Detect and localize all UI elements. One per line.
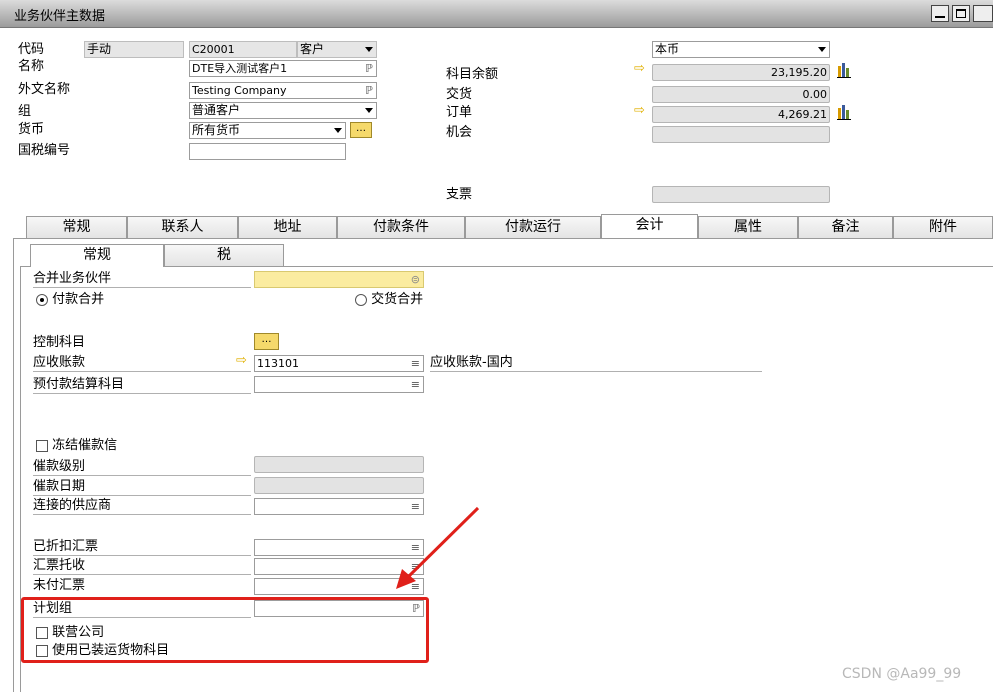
dunning-date-field: [254, 477, 424, 494]
delivery-consolidation-radio[interactable]: 交货合并: [355, 291, 423, 308]
order-field: 4,269.21: [652, 106, 830, 123]
tab-address[interactable]: 地址: [238, 216, 337, 238]
control-account-button[interactable]: …: [254, 333, 279, 350]
currency-browse-button[interactable]: …: [350, 122, 372, 138]
title-bar: [0, 0, 993, 28]
dunning-level-label: 催款级别: [33, 459, 86, 474]
minimize-button[interactable]: [931, 5, 949, 22]
divider: [33, 371, 251, 372]
name-label: 名称: [18, 59, 45, 74]
dunning-level-field: [254, 456, 424, 473]
divider: [430, 371, 762, 372]
link-circle-icon[interactable]: ⊜: [411, 272, 420, 287]
translate-icon[interactable]: ℙ: [365, 61, 373, 76]
order-label: 订单: [446, 105, 473, 120]
tab-attachments[interactable]: 附件: [893, 216, 993, 238]
tax-id-field[interactable]: [189, 143, 346, 160]
payment-consolidation-radio[interactable]: 付款合并: [36, 291, 104, 308]
consolidating-bp-field[interactable]: ⊜: [254, 271, 424, 288]
currency-label: 货币: [18, 122, 45, 137]
down-payment-label: 预付款结算科目: [33, 377, 125, 392]
tab-payment-run[interactable]: 付款运行: [465, 216, 601, 238]
tab-general[interactable]: 常规: [26, 216, 127, 238]
name-field[interactable]: DTE导入测试客户1 ℙ: [189, 60, 377, 77]
link-arrow-icon[interactable]: ⇨: [634, 103, 645, 118]
consolidating-bp-label: 合并业务伙伴: [33, 271, 112, 286]
ar-field[interactable]: 113101 ≡: [254, 355, 424, 372]
chevron-down-icon: [365, 47, 373, 52]
ar-name: 应收账款-国内: [430, 355, 513, 370]
close-button[interactable]: [973, 5, 993, 22]
link-arrow-icon[interactable]: ⇨: [236, 353, 247, 368]
discounted-bills-label: 已折扣汇票: [33, 539, 99, 554]
code-mode-field[interactable]: 手动: [84, 41, 184, 58]
ar-label: 应收账款: [33, 355, 86, 370]
dunning-date-label: 催款日期: [33, 479, 86, 494]
divider: [33, 555, 251, 556]
link-arrow-icon[interactable]: ⇨: [634, 61, 645, 76]
tax-id-label: 国税编号: [18, 143, 71, 158]
chevron-down-icon: [334, 128, 342, 133]
bp-type-select[interactable]: 客户: [297, 41, 377, 58]
tab-payment-terms[interactable]: 付款条件: [337, 216, 465, 238]
subtab-tax[interactable]: 税: [164, 244, 284, 266]
balance-label: 科目余额: [446, 67, 499, 82]
translate-icon[interactable]: ℙ: [365, 83, 373, 98]
foreign-name-label: 外文名称: [18, 82, 71, 97]
opportunity-field: [652, 126, 830, 143]
tab-properties[interactable]: 属性: [698, 216, 798, 238]
check-label: 支票: [446, 187, 473, 202]
divider: [33, 514, 251, 515]
radio-icon[interactable]: [355, 293, 367, 306]
code-field[interactable]: C20001: [189, 41, 297, 58]
divider: [33, 287, 251, 288]
currency-display-select[interactable]: 本币: [652, 41, 830, 58]
list-icon[interactable]: ≡: [411, 356, 420, 371]
control-account-label: 控制科目: [33, 335, 86, 350]
foreign-name-field[interactable]: Testing Company ℙ: [189, 82, 377, 99]
watermark: CSDN @Aa99_99: [842, 666, 962, 682]
chevron-down-icon: [818, 47, 826, 52]
annotation-arrow: [396, 506, 480, 589]
checkbox-icon[interactable]: [36, 439, 48, 452]
bar-chart-icon[interactable]: [837, 105, 851, 120]
divider: [33, 574, 251, 575]
currency-select[interactable]: 所有货币: [189, 122, 346, 139]
group-select[interactable]: 普通客户: [189, 102, 377, 119]
group-label: 组: [18, 104, 32, 119]
radio-icon[interactable]: [36, 293, 48, 306]
maximize-button[interactable]: [952, 5, 970, 22]
divider: [33, 495, 251, 496]
down-payment-field[interactable]: ≡: [254, 376, 424, 393]
window-title: 业务伙伴主数据: [14, 9, 106, 24]
divider: [33, 393, 251, 394]
check-field: [652, 186, 830, 203]
connected-vendor-label: 连接的供应商: [33, 498, 112, 513]
block-dunning-checkbox[interactable]: 冻结催款信: [36, 437, 117, 454]
bills-collection-label: 汇票托收: [33, 558, 86, 573]
chevron-down-icon: [365, 108, 373, 113]
balance-field: 23,195.20: [652, 64, 830, 81]
delivery-label: 交货: [446, 87, 473, 102]
tab-contacts[interactable]: 联系人: [127, 216, 238, 238]
tab-remarks[interactable]: 备注: [798, 216, 893, 238]
tab-accounting[interactable]: 会计: [601, 214, 698, 238]
code-label: 代码: [18, 42, 45, 57]
highlight-box: [21, 597, 429, 663]
unpaid-bills-label: 未付汇票: [33, 578, 86, 593]
opportunity-label: 机会: [446, 125, 473, 140]
divider: [33, 475, 251, 476]
subtab-general[interactable]: 常规: [30, 244, 164, 267]
list-icon[interactable]: ≡: [411, 377, 420, 392]
delivery-field: 0.00: [652, 86, 830, 103]
bar-chart-icon[interactable]: [837, 63, 851, 78]
